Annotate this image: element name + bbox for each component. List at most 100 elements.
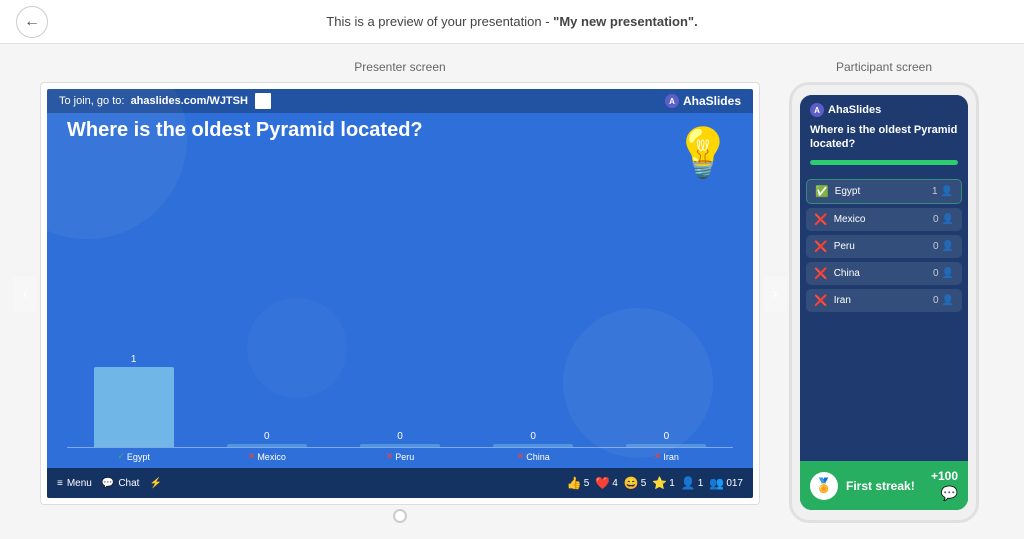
answer-text-china: China xyxy=(834,268,860,279)
slide-toolbar: ≡ Menu 💬 Chat ⚡ 👍 xyxy=(47,468,753,498)
next-slide-button[interactable]: › xyxy=(763,276,787,312)
chat-button[interactable]: 💬 Chat xyxy=(102,478,140,489)
count-value-iran: 0 xyxy=(933,295,939,306)
count-value-mexico: 0 xyxy=(933,214,939,225)
people-emoji: 👥 xyxy=(709,476,724,490)
bar-mexico: 0 ✕ Mexico xyxy=(200,431,333,462)
x-icon: ✕ xyxy=(248,451,256,462)
join-bar: To join, go to: ahaslides.com/WJTSH A Ah… xyxy=(47,89,753,113)
person-count: 1 xyxy=(698,478,704,489)
answer-count-egypt: 1 👤 xyxy=(932,186,953,197)
answer-text-iran: Iran xyxy=(834,295,851,306)
bar-value-egypt: 1 xyxy=(131,354,137,365)
thumbsup-emoji: 👍 xyxy=(567,476,582,490)
answer-icon-mexico: ❌ xyxy=(814,213,828,226)
hamburger-icon: ≡ xyxy=(57,478,63,489)
reaction-thumbsup: 👍 5 xyxy=(567,476,590,490)
axis-line xyxy=(600,447,733,448)
back-button[interactable]: ← xyxy=(16,6,48,38)
streak-badge: 🏅 xyxy=(810,472,838,500)
axis-line xyxy=(467,447,600,448)
heart-emoji: ❤️ xyxy=(595,476,610,490)
bar-label-china: ✕ China xyxy=(517,451,550,462)
count-value-china: 0 xyxy=(933,268,939,279)
smile-count: 5 xyxy=(641,478,647,489)
reaction-people: 👥 017 xyxy=(709,476,743,490)
people-count: 017 xyxy=(726,478,743,489)
chat-label: Chat xyxy=(118,478,139,489)
answer-mexico: ❌ Mexico 0 👤 xyxy=(806,208,962,231)
prev-slide-button[interactable]: ‹ xyxy=(13,276,37,312)
answer-left-mexico: ❌ Mexico xyxy=(814,213,865,226)
answer-count-mexico: 0 👤 xyxy=(933,214,954,225)
header: ← This is a preview of your presentation… xyxy=(0,0,1024,44)
preview-text: This is a preview of your presentation -… xyxy=(326,14,697,29)
streak-right: +100 💬 xyxy=(931,469,958,502)
answer-iran: ❌ Iran 0 👤 xyxy=(806,289,962,312)
person-icon-peru: 👤 xyxy=(942,241,954,252)
person-icon-iran: 👤 xyxy=(942,295,954,306)
menu-button[interactable]: ≡ Menu xyxy=(57,478,92,489)
presenter-section: Presenter screen ‹ › To join, go to: aha… xyxy=(40,60,760,523)
toolbar-right: 👍 5 ❤️ 4 😄 5 ⭐ 1 xyxy=(567,476,743,490)
bar-label-peru: ✕ Peru xyxy=(386,451,415,462)
x-icon: ✕ xyxy=(517,451,525,462)
bar-rect-egypt xyxy=(94,367,174,447)
x-icon: ✕ xyxy=(386,451,394,462)
bar-value-china: 0 xyxy=(530,431,536,442)
reaction-heart: ❤️ 4 xyxy=(595,476,618,490)
chat-icon: 💬 xyxy=(102,478,114,489)
phone-progress-fill xyxy=(810,160,958,165)
streak-chat-icon: 💬 xyxy=(941,485,958,502)
bar-value-iran: 0 xyxy=(664,431,670,442)
presenter-label: Presenter screen xyxy=(354,60,445,74)
main-content: Presenter screen ‹ › To join, go to: aha… xyxy=(0,44,1024,539)
count-value-peru: 0 xyxy=(933,241,939,252)
phone-answers: ✅ Egypt 1 👤 ❌ Mexico xyxy=(800,179,968,461)
slide-connector xyxy=(393,509,407,523)
more-button[interactable]: ⚡ xyxy=(149,478,161,489)
answer-left-china: ❌ China xyxy=(814,267,860,280)
reaction-smile: 😄 5 xyxy=(624,476,647,490)
bar-peru: 0 ✕ Peru xyxy=(333,431,466,462)
answer-icon-egypt: ✅ xyxy=(815,185,829,198)
bar-label-iran: ✕ Iran xyxy=(654,451,679,462)
answer-text-peru: Peru xyxy=(834,241,855,252)
qr-icon xyxy=(255,93,271,109)
streak-left: 🏅 First streak! xyxy=(810,472,915,500)
bar-china: 0 ✕ China xyxy=(467,431,600,462)
streak-banner: 🏅 First streak! +100 💬 xyxy=(800,461,968,510)
phone-progress-bar xyxy=(810,160,958,165)
star-count: 1 xyxy=(669,478,675,489)
phone-screen: A AhaSlides Where is the oldest Pyramid … xyxy=(800,95,968,510)
participant-section: Participant screen A AhaSlides Where is … xyxy=(784,60,984,523)
person-icon-egypt: 👤 xyxy=(941,186,953,197)
streak-emoji: 🏅 xyxy=(815,477,832,494)
star-emoji: ⭐ xyxy=(652,476,667,490)
more-icon: ⚡ xyxy=(149,478,161,489)
toolbar-left: ≡ Menu 💬 Chat ⚡ xyxy=(57,478,162,489)
answer-icon-china: ❌ xyxy=(814,267,828,280)
bar-egypt: 1 ✓ Egypt xyxy=(67,354,200,462)
answer-icon-iran: ❌ xyxy=(814,294,828,307)
participant-label: Participant screen xyxy=(836,60,932,74)
smile-emoji: 😄 xyxy=(624,476,639,490)
streak-text: First streak! xyxy=(846,479,915,493)
reaction-star: ⭐ 1 xyxy=(652,476,675,490)
presenter-frame: ‹ › To join, go to: ahaslides.com/WJTSH … xyxy=(40,82,760,505)
bar-chart: 1 ✓ Egypt 0 ✕ Mexico xyxy=(67,354,733,462)
logo-circle: A xyxy=(665,94,679,108)
answer-text-egypt: Egypt xyxy=(835,186,861,197)
answer-count-china: 0 👤 xyxy=(933,268,954,279)
phone-frame: A AhaSlides Where is the oldest Pyramid … xyxy=(789,82,979,523)
axis-line xyxy=(67,447,200,448)
bar-value-mexico: 0 xyxy=(264,431,270,442)
join-url: ahaslides.com/WJTSH xyxy=(131,95,248,107)
join-text: To join, go to: xyxy=(59,95,124,107)
answer-left-peru: ❌ Peru xyxy=(814,240,855,253)
phone-logo: A AhaSlides xyxy=(810,103,958,117)
thumbsup-count: 5 xyxy=(584,478,590,489)
bar-value-peru: 0 xyxy=(397,431,403,442)
answer-icon-peru: ❌ xyxy=(814,240,828,253)
back-icon: ← xyxy=(24,13,40,31)
